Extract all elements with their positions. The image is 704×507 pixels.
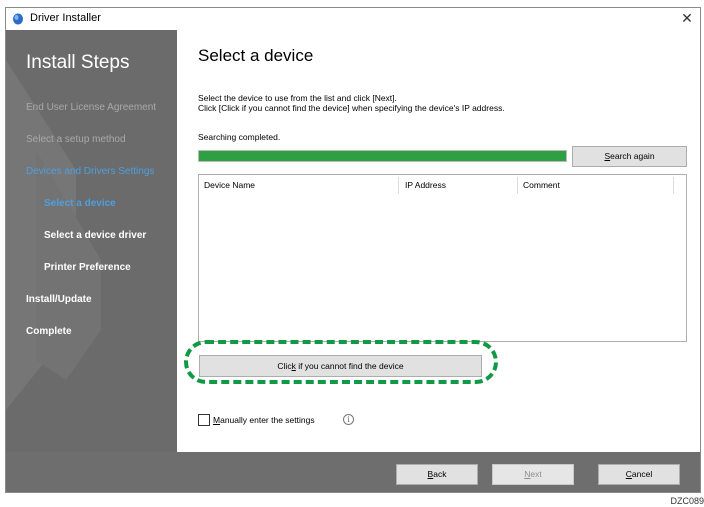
search-again-button[interactable]: Search again	[572, 146, 687, 167]
step-devices-drivers: Devices and Drivers Settings	[26, 166, 155, 177]
cancel-label: ancel	[631, 469, 653, 479]
manual-settings-text: anually enter the settings	[220, 415, 315, 425]
instruction-line-1: Select the device to use from the list a…	[198, 93, 397, 103]
column-header-comment[interactable]: Comment	[523, 180, 560, 190]
window-title: Driver Installer	[30, 12, 101, 24]
page-title: Select a device	[198, 46, 314, 65]
next-label: ext	[530, 469, 542, 479]
device-list-table[interactable]: Device Name IP Address Comment	[198, 174, 687, 342]
step-select-driver: Select a device driver	[44, 230, 147, 241]
step-install-update: Install/Update	[26, 294, 92, 305]
search-again-label: earch again	[610, 151, 655, 161]
install-steps-panel: Install Steps End User License Agreement…	[6, 30, 177, 452]
column-header-ip-address[interactable]: IP Address	[405, 180, 446, 190]
back-label: ack	[433, 469, 447, 479]
info-icon[interactable]: i	[343, 414, 354, 425]
back-button[interactable]: Back	[396, 464, 478, 485]
cancel-button[interactable]: Cancel	[598, 464, 680, 485]
installer-window: Driver Installer ✕ Install Steps End Use…	[5, 7, 701, 493]
column-separator	[398, 177, 399, 194]
cannot-find-device-button[interactable]: Click if you cannot find the device	[199, 355, 482, 377]
cannot-find-pre: Clic	[277, 361, 292, 371]
column-separator	[517, 177, 518, 194]
instruction-line-2: Click [Click if you cannot find the devi…	[198, 103, 505, 113]
app-icon	[13, 13, 23, 25]
sidebar-arrow-decoration	[6, 30, 177, 452]
manual-settings-label[interactable]: Manually enter the settings	[213, 415, 315, 425]
search-status: Searching completed.	[198, 132, 281, 142]
next-button[interactable]: Next	[492, 464, 574, 485]
step-select-device: Select a device	[44, 198, 116, 209]
main-panel: Select a device Select the device to use…	[177, 30, 700, 452]
instructions: Select the device to use from the list a…	[198, 93, 505, 113]
step-complete: Complete	[26, 326, 72, 337]
search-progress-bar	[198, 150, 567, 162]
step-setup-method: Select a setup method	[26, 134, 126, 145]
progress-fill	[199, 151, 566, 161]
manual-settings-checkbox[interactable]	[198, 414, 210, 426]
button-bar: Back Next Cancel	[6, 452, 700, 492]
title-bar: Driver Installer ✕	[6, 8, 700, 30]
cannot-find-post: if you cannot find the device	[295, 361, 404, 371]
column-separator	[673, 177, 674, 194]
close-icon[interactable]: ✕	[680, 11, 694, 25]
step-eula: End User License Agreement	[26, 102, 157, 113]
document-code: DZC089	[670, 496, 704, 506]
sidebar-title: Install Steps	[26, 52, 130, 73]
step-printer-preference: Printer Preference	[44, 262, 131, 273]
column-header-device-name[interactable]: Device Name	[204, 180, 255, 190]
